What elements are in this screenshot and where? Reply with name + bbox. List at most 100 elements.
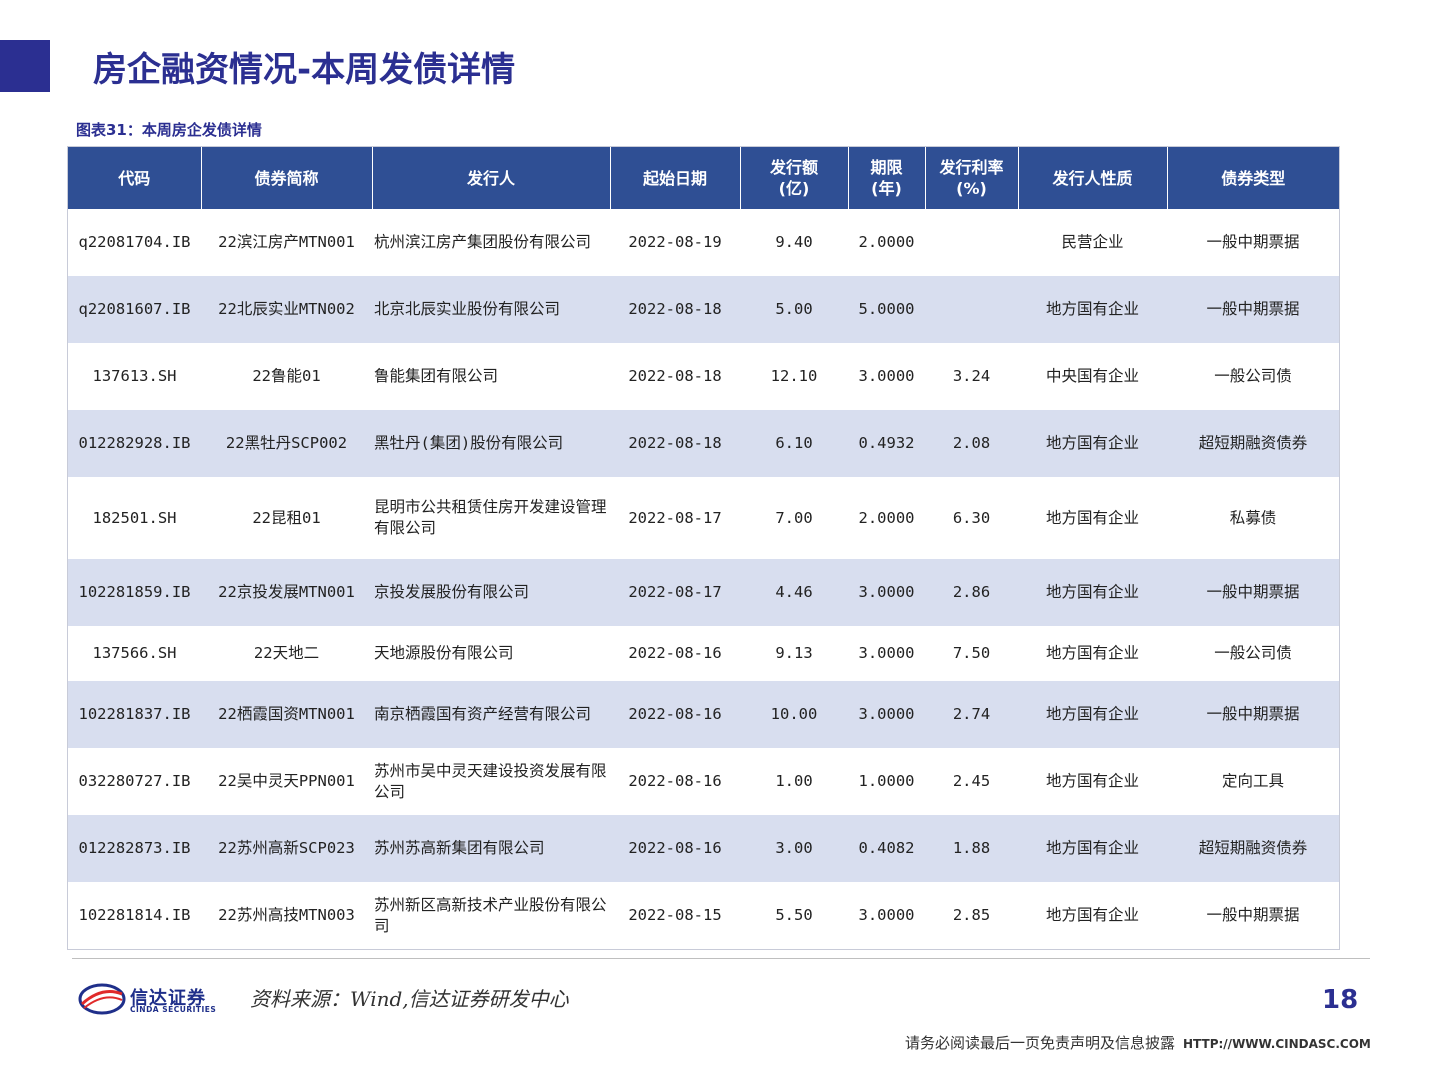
disclaimer: 请务必阅读最后一页免责声明及信息披露 HTTP://WWW.CINDASC.COM — [905, 1032, 1371, 1053]
cell-start-date: 2022-08-17 — [610, 559, 740, 626]
column-header-amount: 发行额 (亿) — [740, 147, 849, 209]
cell-amount: 9.13 — [740, 626, 848, 681]
cell-rate: 2.74 — [925, 681, 1018, 748]
cell-bond-name: 22黑牡丹SCP002 — [201, 410, 372, 477]
cell-term: 0.4932 — [848, 410, 925, 477]
cell-code: 032280727.IB — [68, 748, 201, 815]
title-accent-block — [0, 40, 50, 92]
cell-code: 102281859.IB — [68, 559, 201, 626]
cell-issuer: 苏州市吴中灵天建设投资发展有限公司 — [372, 748, 610, 815]
table-row: 102281814.IB 22苏州高技MTN003 苏州新区高新技术产业股份有限公司… — [68, 882, 1339, 949]
cinda-logo-icon — [78, 983, 126, 1015]
column-header-rate: 发行利率 (%) — [925, 147, 1019, 209]
logo-text-en: CINDA SECURITIES — [130, 1005, 217, 1014]
cell-bond-name: 22苏州高技MTN003 — [201, 882, 372, 949]
cinda-logo: 信达证券 CINDA SECURITIES — [78, 982, 223, 1016]
cell-amount: 12.10 — [740, 343, 848, 410]
cell-issuer: 昆明市公共租赁住房开发建设管理有限公司 — [372, 477, 610, 559]
cell-start-date: 2022-08-18 — [610, 343, 740, 410]
cell-issuer-type: 地方国有企业 — [1018, 410, 1167, 477]
cell-bond-type: 一般中期票据 — [1167, 276, 1339, 343]
cell-term: 1.0000 — [848, 748, 925, 815]
cell-amount: 9.40 — [740, 209, 848, 276]
column-header-issuer-type: 发行人性质 — [1018, 147, 1168, 209]
cell-bond-type: 超短期融资债券 — [1167, 815, 1339, 882]
cell-code: 137566.SH — [68, 626, 201, 681]
cell-code: 012282928.IB — [68, 410, 201, 477]
cell-bond-name: 22苏州高新SCP023 — [201, 815, 372, 882]
page-number: 18 — [1322, 985, 1359, 1015]
cell-issuer: 南京栖霞国有资产经营有限公司 — [372, 681, 610, 748]
cell-start-date: 2022-08-19 — [610, 209, 740, 276]
cell-term: 3.0000 — [848, 559, 925, 626]
cell-rate: 2.86 — [925, 559, 1018, 626]
table-row: 032280727.IB 22吴中灵天PPN001 苏州市吴中灵天建设投资发展有限公… — [68, 748, 1339, 815]
column-header-code: 代码 — [68, 147, 202, 209]
page-title: 房企融资情况-本周发债详情 — [93, 50, 516, 90]
cell-start-date: 2022-08-15 — [610, 882, 740, 949]
cell-code: 102281837.IB — [68, 681, 201, 748]
cell-bond-type: 一般中期票据 — [1167, 559, 1339, 626]
cell-start-date: 2022-08-18 — [610, 410, 740, 477]
cell-term: 3.0000 — [848, 626, 925, 681]
cell-issuer-type: 地方国有企业 — [1018, 882, 1167, 949]
table-row: 102281859.IB 22京投发展MTN001 京投发展股份有限公司 2022-0… — [68, 559, 1339, 626]
cell-issuer-type: 地方国有企业 — [1018, 815, 1167, 882]
cell-start-date: 2022-08-18 — [610, 276, 740, 343]
bond-issuance-table: 代码 债券简称 发行人 起始日期 发行额 (亿) 期限 (年) 发行利率 (%)… — [67, 146, 1340, 950]
column-header-bond-type: 债券类型 — [1167, 147, 1339, 209]
cell-start-date: 2022-08-16 — [610, 748, 740, 815]
cell-amount: 5.00 — [740, 276, 848, 343]
column-header-bond-name: 债券简称 — [201, 147, 373, 209]
column-header-start-date: 起始日期 — [610, 147, 741, 209]
cell-issuer: 京投发展股份有限公司 — [372, 559, 610, 626]
cell-code: q22081704.IB — [68, 209, 201, 276]
cell-issuer: 黑牡丹(集团)股份有限公司 — [372, 410, 610, 477]
cell-bond-name: 22昆租01 — [201, 477, 372, 559]
cell-term: 2.0000 — [848, 477, 925, 559]
cell-bond-name: 22鲁能01 — [201, 343, 372, 410]
cell-term: 2.0000 — [848, 209, 925, 276]
cell-issuer-type: 地方国有企业 — [1018, 681, 1167, 748]
cell-bond-name: 22京投发展MTN001 — [201, 559, 372, 626]
cell-amount: 5.50 — [740, 882, 848, 949]
cell-bond-type: 一般公司债 — [1167, 626, 1339, 681]
cell-bond-type: 一般中期票据 — [1167, 209, 1339, 276]
cell-issuer: 苏州苏高新集团有限公司 — [372, 815, 610, 882]
table-row: q22081607.IB 22北辰实业MTN002 北京北辰实业股份有限公司 2022… — [68, 276, 1339, 343]
source-note: 资料来源：Wind,信达证券研发中心 — [250, 987, 569, 1011]
cell-term: 3.0000 — [848, 343, 925, 410]
cell-rate: 6.30 — [925, 477, 1018, 559]
disclaimer-text: 请务必阅读最后一页免责声明及信息披露 — [905, 1034, 1176, 1052]
cell-rate: 7.50 — [925, 626, 1018, 681]
column-header-term: 期限 (年) — [848, 147, 926, 209]
cell-issuer: 北京北辰实业股份有限公司 — [372, 276, 610, 343]
table-row: 182501.SH 22昆租01 昆明市公共租赁住房开发建设管理有限公司 2022-0… — [68, 477, 1339, 559]
cell-code: 102281814.IB — [68, 882, 201, 949]
cell-rate — [925, 276, 1018, 343]
cell-issuer: 苏州新区高新技术产业股份有限公司 — [372, 882, 610, 949]
cell-bond-type: 一般中期票据 — [1167, 681, 1339, 748]
cell-issuer-type: 地方国有企业 — [1018, 748, 1167, 815]
table-row: 137566.SH 22天地二 天地源股份有限公司 2022-08-16 9.13 3.0… — [68, 626, 1339, 681]
table-header-row: 代码 债券简称 发行人 起始日期 发行额 (亿) 期限 (年) 发行利率 (%)… — [68, 147, 1339, 209]
cell-bond-type: 一般中期票据 — [1167, 882, 1339, 949]
cell-issuer-type: 地方国有企业 — [1018, 626, 1167, 681]
cell-rate: 3.24 — [925, 343, 1018, 410]
cell-term: 3.0000 — [848, 882, 925, 949]
cell-amount: 7.00 — [740, 477, 848, 559]
table-row: q22081704.IB 22滨江房产MTN001 杭州滨江房产集团股份有限公司 20… — [68, 209, 1339, 276]
cell-bond-name: 22栖霞国资MTN001 — [201, 681, 372, 748]
cell-issuer: 天地源股份有限公司 — [372, 626, 610, 681]
cell-amount: 6.10 — [740, 410, 848, 477]
cell-term: 3.0000 — [848, 681, 925, 748]
cell-amount: 3.00 — [740, 815, 848, 882]
cell-code: 182501.SH — [68, 477, 201, 559]
cell-issuer-type: 民营企业 — [1018, 209, 1167, 276]
website-url: HTTP://WWW.CINDASC.COM — [1183, 1037, 1371, 1051]
cell-rate — [925, 209, 1018, 276]
column-header-issuer: 发行人 — [372, 147, 611, 209]
cell-code: q22081607.IB — [68, 276, 201, 343]
cell-amount: 1.00 — [740, 748, 848, 815]
footer-divider — [72, 958, 1370, 959]
